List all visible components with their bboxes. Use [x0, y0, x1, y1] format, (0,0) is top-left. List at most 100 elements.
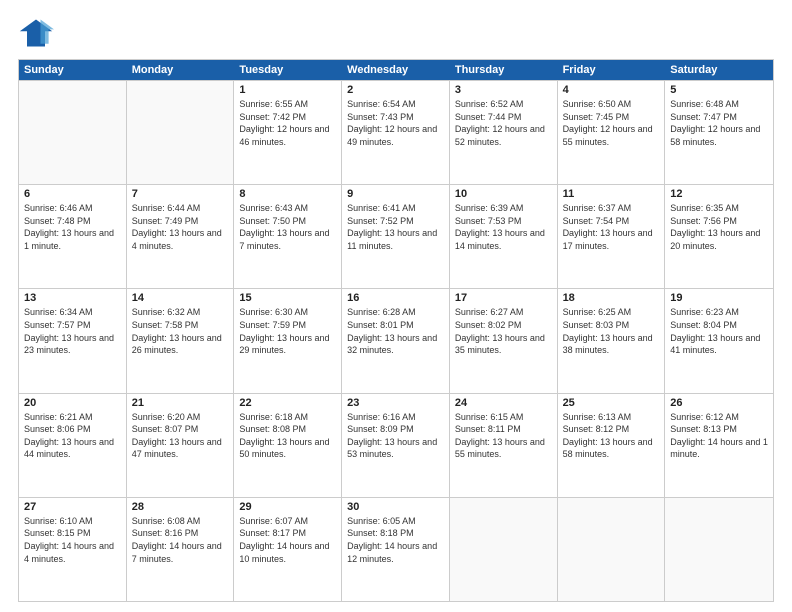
sun-info: Sunrise: 6:21 AM Sunset: 8:06 PM Dayligh… — [24, 411, 121, 461]
sun-info: Sunrise: 6:10 AM Sunset: 8:15 PM Dayligh… — [24, 515, 121, 565]
calendar-day-header: Wednesday — [342, 60, 450, 80]
calendar-week-row: 13 Sunrise: 6:34 AM Sunset: 7:57 PM Dayli… — [19, 288, 773, 392]
day-number: 23 — [347, 397, 444, 409]
sun-info: Sunrise: 6:48 AM Sunset: 7:47 PM Dayligh… — [670, 98, 768, 148]
day-number: 19 — [670, 292, 768, 304]
sun-info: Sunrise: 6:28 AM Sunset: 8:01 PM Dayligh… — [347, 306, 444, 356]
calendar-cell: 11 Sunrise: 6:37 AM Sunset: 7:54 PM Dayli… — [558, 185, 666, 288]
day-number: 27 — [24, 501, 121, 513]
calendar-week-row: 27 Sunrise: 6:10 AM Sunset: 8:15 PM Dayli… — [19, 497, 773, 601]
sun-info: Sunrise: 6:39 AM Sunset: 7:53 PM Dayligh… — [455, 202, 552, 252]
calendar-header: SundayMondayTuesdayWednesdayThursdayFrid… — [19, 60, 773, 80]
sun-info: Sunrise: 6:54 AM Sunset: 7:43 PM Dayligh… — [347, 98, 444, 148]
calendar-week-row: 20 Sunrise: 6:21 AM Sunset: 8:06 PM Dayli… — [19, 393, 773, 497]
day-number: 17 — [455, 292, 552, 304]
sun-info: Sunrise: 6:13 AM Sunset: 8:12 PM Dayligh… — [563, 411, 660, 461]
calendar-cell: 13 Sunrise: 6:34 AM Sunset: 7:57 PM Dayli… — [19, 289, 127, 392]
calendar-day-header: Friday — [558, 60, 666, 80]
day-number: 3 — [455, 84, 552, 96]
sun-info: Sunrise: 6:50 AM Sunset: 7:45 PM Dayligh… — [563, 98, 660, 148]
calendar-cell: 29Sunrise: 6:07 AM Sunset: 8:17 PM Dayli… — [234, 498, 342, 601]
calendar-cell: 30 Sunrise: 6:05 AM Sunset: 8:18 PM Dayli… — [342, 498, 450, 601]
calendar-cell: 19 Sunrise: 6:23 AM Sunset: 8:04 PM Dayli… — [665, 289, 773, 392]
day-number: 11 — [563, 188, 660, 200]
calendar-cell: 24 Sunrise: 6:15 AM Sunset: 8:11 PM Dayli… — [450, 394, 558, 497]
calendar-day-header: Monday — [127, 60, 235, 80]
day-number: 5 — [670, 84, 768, 96]
calendar-cell: 26 Sunrise: 6:12 AM Sunset: 8:13 PM Dayli… — [665, 394, 773, 497]
day-number: 2 — [347, 84, 444, 96]
calendar-cell: 3 Sunrise: 6:52 AM Sunset: 7:44 PM Daylig… — [450, 81, 558, 184]
day-number: 26 — [670, 397, 768, 409]
sun-info: Sunrise: 6:12 AM Sunset: 8:13 PM Dayligh… — [670, 411, 768, 461]
calendar-week-row: 6 Sunrise: 6:46 AM Sunset: 7:48 PM Daylig… — [19, 184, 773, 288]
sun-info: Sunrise: 6:32 AM Sunset: 7:58 PM Dayligh… — [132, 306, 229, 356]
day-number: 24 — [455, 397, 552, 409]
calendar-cell: 6 Sunrise: 6:46 AM Sunset: 7:48 PM Daylig… — [19, 185, 127, 288]
calendar-cell: 17 Sunrise: 6:27 AM Sunset: 8:02 PM Dayli… — [450, 289, 558, 392]
calendar-cell: 21Sunrise: 6:20 AM Sunset: 8:07 PM Dayli… — [127, 394, 235, 497]
day-number: 21 — [132, 397, 229, 409]
calendar-cell: 4 Sunrise: 6:50 AM Sunset: 7:45 PM Daylig… — [558, 81, 666, 184]
day-number: 30 — [347, 501, 444, 513]
sun-info: Sunrise: 6:30 AM Sunset: 7:59 PM Dayligh… — [239, 306, 336, 356]
sun-info: Sunrise: 6:55 AM Sunset: 7:42 PM Dayligh… — [239, 98, 336, 148]
sun-info: Sunrise: 6:37 AM Sunset: 7:54 PM Dayligh… — [563, 202, 660, 252]
day-number: 4 — [563, 84, 660, 96]
day-number: 13 — [24, 292, 121, 304]
day-number: 10 — [455, 188, 552, 200]
sun-info: Sunrise: 6:52 AM Sunset: 7:44 PM Dayligh… — [455, 98, 552, 148]
calendar-cell: 20 Sunrise: 6:21 AM Sunset: 8:06 PM Dayli… — [19, 394, 127, 497]
calendar-cell: 8Sunrise: 6:43 AM Sunset: 7:50 PM Daylig… — [234, 185, 342, 288]
day-number: 16 — [347, 292, 444, 304]
sun-info: Sunrise: 6:35 AM Sunset: 7:56 PM Dayligh… — [670, 202, 768, 252]
calendar-cell — [19, 81, 127, 184]
sun-info: Sunrise: 6:44 AM Sunset: 7:49 PM Dayligh… — [132, 202, 229, 252]
sun-info: Sunrise: 6:08 AM Sunset: 8:16 PM Dayligh… — [132, 515, 229, 565]
calendar-day-header: Saturday — [665, 60, 773, 80]
day-number: 6 — [24, 188, 121, 200]
day-number: 7 — [132, 188, 229, 200]
calendar-cell: 5 Sunrise: 6:48 AM Sunset: 7:47 PM Daylig… — [665, 81, 773, 184]
sun-info: Sunrise: 6:23 AM Sunset: 8:04 PM Dayligh… — [670, 306, 768, 356]
calendar-cell: 2 Sunrise: 6:54 AM Sunset: 7:43 PM Daylig… — [342, 81, 450, 184]
header — [18, 15, 774, 51]
calendar-cell — [558, 498, 666, 601]
sun-info: Sunrise: 6:46 AM Sunset: 7:48 PM Dayligh… — [24, 202, 121, 252]
day-number: 8 — [239, 188, 336, 200]
day-number: 9 — [347, 188, 444, 200]
calendar-cell: 7 Sunrise: 6:44 AM Sunset: 7:49 PM Daylig… — [127, 185, 235, 288]
sun-info: Sunrise: 6:27 AM Sunset: 8:02 PM Dayligh… — [455, 306, 552, 356]
calendar-cell: 23 Sunrise: 6:16 AM Sunset: 8:09 PM Dayli… — [342, 394, 450, 497]
day-number: 22 — [239, 397, 336, 409]
calendar-cell: 12 Sunrise: 6:35 AM Sunset: 7:56 PM Dayli… — [665, 185, 773, 288]
calendar-cell: 18 Sunrise: 6:25 AM Sunset: 8:03 PM Dayli… — [558, 289, 666, 392]
day-number: 25 — [563, 397, 660, 409]
day-number: 20 — [24, 397, 121, 409]
day-number: 18 — [563, 292, 660, 304]
sun-info: Sunrise: 6:18 AM Sunset: 8:08 PM Dayligh… — [239, 411, 336, 461]
sun-info: Sunrise: 6:16 AM Sunset: 8:09 PM Dayligh… — [347, 411, 444, 461]
calendar-cell — [450, 498, 558, 601]
day-number: 1 — [239, 84, 336, 96]
sun-info: Sunrise: 6:15 AM Sunset: 8:11 PM Dayligh… — [455, 411, 552, 461]
sun-info: Sunrise: 6:25 AM Sunset: 8:03 PM Dayligh… — [563, 306, 660, 356]
calendar: SundayMondayTuesdayWednesdayThursdayFrid… — [18, 59, 774, 602]
calendar-cell: 1 Sunrise: 6:55 AM Sunset: 7:42 PM Daylig… — [234, 81, 342, 184]
calendar-cell: 16 Sunrise: 6:28 AM Sunset: 8:01 PM Dayli… — [342, 289, 450, 392]
logo-icon — [18, 15, 54, 51]
sun-info: Sunrise: 6:05 AM Sunset: 8:18 PM Dayligh… — [347, 515, 444, 565]
calendar-day-header: Thursday — [450, 60, 558, 80]
calendar-week-row: 1 Sunrise: 6:55 AM Sunset: 7:42 PM Daylig… — [19, 80, 773, 184]
calendar-cell: 25 Sunrise: 6:13 AM Sunset: 8:12 PM Dayli… — [558, 394, 666, 497]
day-number: 15 — [239, 292, 336, 304]
sun-info: Sunrise: 6:34 AM Sunset: 7:57 PM Dayligh… — [24, 306, 121, 356]
calendar-cell — [127, 81, 235, 184]
day-number: 29 — [239, 501, 336, 513]
calendar-body: 1 Sunrise: 6:55 AM Sunset: 7:42 PM Daylig… — [19, 80, 773, 601]
calendar-cell: 14Sunrise: 6:32 AM Sunset: 7:58 PM Dayli… — [127, 289, 235, 392]
day-number: 12 — [670, 188, 768, 200]
calendar-cell: 22 Sunrise: 6:18 AM Sunset: 8:08 PM Dayli… — [234, 394, 342, 497]
calendar-cell: 9Sunrise: 6:41 AM Sunset: 7:52 PM Daylig… — [342, 185, 450, 288]
calendar-cell: 28Sunrise: 6:08 AM Sunset: 8:16 PM Dayli… — [127, 498, 235, 601]
